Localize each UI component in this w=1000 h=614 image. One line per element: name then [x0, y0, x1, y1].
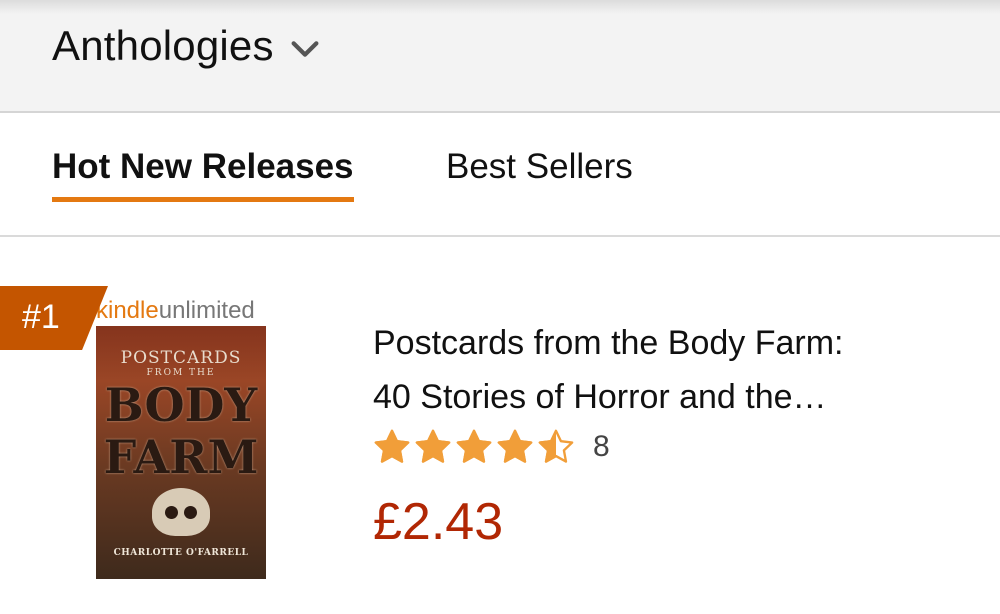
chevron-down-icon [291, 41, 319, 57]
tab-bar: Hot New Releases Best Sellers [0, 115, 1000, 237]
cover-title-line: FROM THE [146, 368, 216, 378]
cover-title-line: FARM [103, 430, 259, 484]
price: £2.43 [373, 493, 504, 551]
product-title-line: 40 Stories of Horror and the… [373, 378, 827, 416]
rank-badge: #1 [0, 286, 108, 350]
product-title[interactable]: Postcards from the Body Farm: 40 Stories… [373, 316, 933, 424]
star-full-icon [374, 429, 410, 463]
star-full-icon [497, 429, 533, 463]
star-half-icon [538, 429, 574, 463]
category-dropdown[interactable]: Anthologies [52, 18, 322, 74]
tab-hot-new-releases[interactable]: Hot New Releases [52, 147, 354, 202]
star-rating [373, 428, 575, 466]
review-count: 8 [593, 430, 610, 463]
book-cover[interactable]: kindleunlimited POSTCARDS FROM THE BODY … [96, 296, 266, 579]
star-full-icon [456, 429, 492, 463]
rating[interactable]: 8 [373, 428, 610, 466]
cover-title-line: POSTCARDS [120, 348, 242, 368]
star-full-icon [415, 429, 451, 463]
skull-illustration [152, 488, 210, 536]
category-label: Anthologies [52, 22, 274, 69]
category-header: Anthologies [0, 0, 1000, 113]
tab-best-sellers[interactable]: Best Sellers [446, 147, 633, 187]
cover-title-line: BODY [104, 378, 258, 432]
kindle-unlimited-logo: kindleunlimited [96, 296, 266, 326]
product-title-line: Postcards from the Body Farm: [373, 324, 844, 362]
list-item[interactable]: kindleunlimited POSTCARDS FROM THE BODY … [0, 240, 1000, 614]
cover-author: CHARLOTTE O'FARRELL [113, 548, 249, 558]
